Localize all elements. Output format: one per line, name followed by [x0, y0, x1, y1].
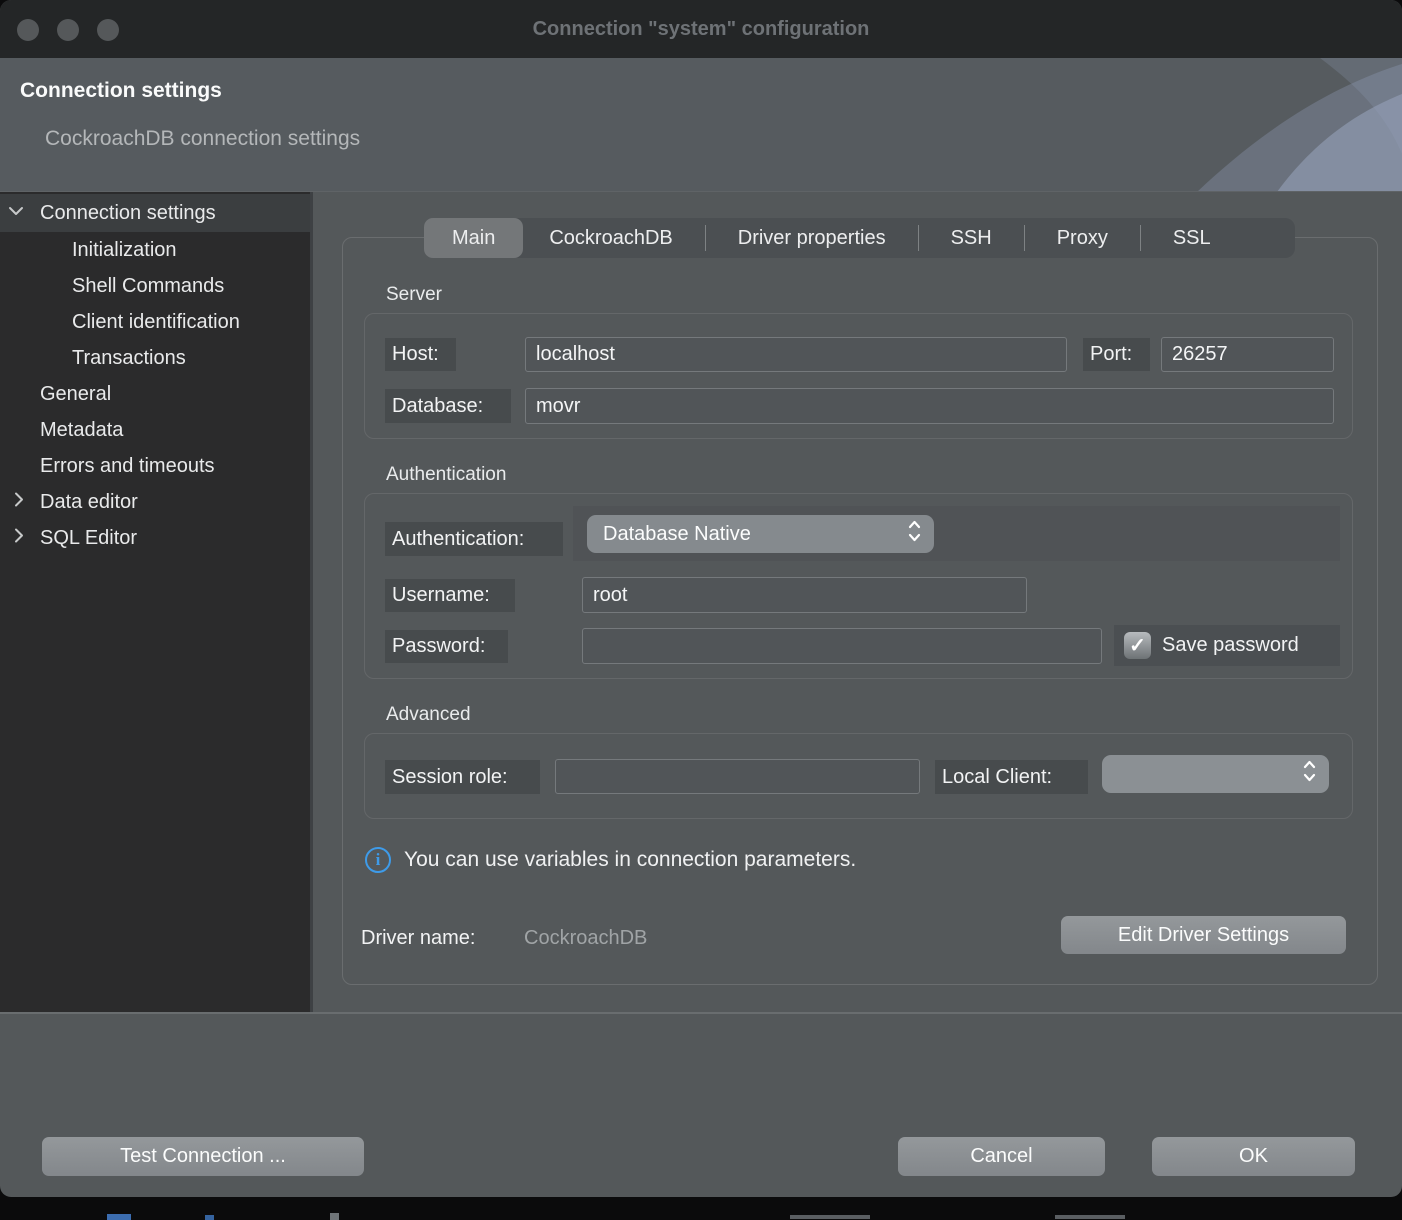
page-subtitle: CockroachDB connection settings	[45, 127, 360, 151]
header-banner: Connection settings CockroachDB connecti…	[0, 58, 1402, 192]
tab-proxy[interactable]: Proxy	[1031, 218, 1134, 258]
screen: Connection "system" configuration Connec…	[0, 0, 1402, 1220]
sidebar-item-initialization[interactable]: Initialization	[0, 232, 310, 268]
sidebar-item-errors-and-timeouts[interactable]: Errors and timeouts	[0, 448, 310, 484]
sidebar-item-label: Metadata	[0, 419, 123, 442]
sidebar-item-label: Initialization	[0, 239, 177, 262]
chevron-right-icon[interactable]	[13, 492, 25, 513]
info-icon: i	[365, 847, 391, 873]
test-connection-button[interactable]: Test Connection ...	[42, 1137, 364, 1176]
title-bar: Connection "system" configuration	[0, 0, 1402, 58]
tab-cockroachdb[interactable]: CockroachDB	[523, 218, 698, 258]
sidebar-item-sql-editor[interactable]: SQL Editor	[0, 520, 310, 556]
local-client-dropdown[interactable]	[1102, 755, 1329, 793]
save-password-option[interactable]: ✓ Save password	[1114, 625, 1340, 666]
driver-name-value: CockroachDB	[524, 927, 647, 950]
local-client-label: Local Client:	[935, 760, 1088, 794]
save-password-checkbox[interactable]: ✓	[1124, 632, 1151, 659]
cancel-button[interactable]: Cancel	[898, 1137, 1105, 1176]
sidebar-item-general[interactable]: General	[0, 376, 310, 412]
tab-main[interactable]: Main	[424, 218, 523, 258]
tab-driver-properties[interactable]: Driver properties	[712, 218, 912, 258]
password-input[interactable]	[582, 628, 1102, 664]
host-input[interactable]	[525, 337, 1067, 372]
server-group: Host: Port: Database:	[364, 313, 1353, 439]
banner-decoration	[1102, 58, 1402, 192]
tab-separator	[1024, 225, 1025, 251]
username-input[interactable]	[582, 577, 1027, 613]
sidebar-item-label: Shell Commands	[0, 275, 224, 298]
checkmark-icon: ✓	[1129, 636, 1146, 656]
chevron-right-icon[interactable]	[13, 528, 25, 549]
save-password-label: Save password	[1162, 634, 1299, 657]
ok-button[interactable]: OK	[1152, 1137, 1355, 1176]
sidebar-item-transactions[interactable]: Transactions	[0, 340, 310, 376]
database-input[interactable]	[525, 388, 1334, 424]
database-label: Database:	[385, 389, 511, 423]
variables-hint-text: You can use variables in connection para…	[404, 848, 856, 872]
window-title: Connection "system" configuration	[0, 0, 1402, 58]
background-app-fragment	[330, 1213, 339, 1220]
sidebar-item-data-editor[interactable]: Data editor	[0, 484, 310, 520]
sidebar-item-label: Client identification	[0, 311, 240, 334]
password-label: Password:	[385, 630, 508, 663]
tab-ssl[interactable]: SSL	[1147, 218, 1237, 258]
main-tab-panel: Server Host: Port: Database: Authenticat…	[342, 237, 1378, 985]
background-app-fragment	[790, 1215, 870, 1219]
sidebar-item-label: Transactions	[0, 347, 186, 370]
tab-ssh[interactable]: SSH	[925, 218, 1018, 258]
info-icon-glyph: i	[376, 850, 381, 870]
chevron-down-icon[interactable]	[8, 204, 24, 222]
session-role-label: Session role:	[385, 760, 540, 794]
host-label: Host:	[385, 338, 456, 371]
port-label: Port:	[1083, 338, 1150, 371]
sidebar-item-label: General	[0, 383, 111, 406]
tab-separator	[705, 225, 706, 251]
advanced-group: Session role: Local Client:	[364, 733, 1353, 819]
sidebar-item-label: Errors and timeouts	[0, 455, 215, 478]
tab-separator	[918, 225, 919, 251]
sidebar-item-connection-settings[interactable]: Connection settings	[0, 194, 310, 232]
authentication-section-title: Authentication	[386, 464, 506, 486]
background-app-fragment	[205, 1215, 214, 1220]
page-title: Connection settings	[20, 79, 222, 103]
driver-name-label: Driver name:	[361, 927, 475, 950]
connection-tabs: Main CockroachDB Driver properties SSH P…	[424, 218, 1295, 258]
sidebar-item-client-identification[interactable]: Client identification	[0, 304, 310, 340]
advanced-section-title: Advanced	[386, 704, 471, 726]
authentication-label: Authentication:	[385, 522, 563, 556]
settings-tree: Connection settings Initialization Shell…	[0, 192, 310, 1012]
sidebar-item-shell-commands[interactable]: Shell Commands	[0, 268, 310, 304]
footer-divider	[0, 1012, 1402, 1014]
session-role-input[interactable]	[555, 759, 920, 794]
port-input[interactable]	[1161, 337, 1334, 372]
server-section-title: Server	[386, 284, 442, 306]
authentication-group: Authentication: Database Native Username…	[364, 493, 1353, 679]
connection-config-dialog: Connection "system" configuration Connec…	[0, 0, 1402, 1197]
authentication-dropdown-value: Database Native	[603, 523, 751, 546]
background-app-fragment	[107, 1214, 131, 1220]
updown-chevrons-icon	[908, 520, 921, 548]
authentication-dropdown[interactable]: Database Native	[587, 515, 934, 553]
sidebar-divider	[310, 192, 313, 1012]
edit-driver-settings-button[interactable]: Edit Driver Settings	[1061, 916, 1346, 954]
sidebar-item-metadata[interactable]: Metadata	[0, 412, 310, 448]
background-app-fragment	[1055, 1215, 1125, 1219]
updown-chevrons-icon	[1303, 760, 1316, 788]
tab-separator	[1140, 225, 1141, 251]
sidebar-item-label: Connection settings	[0, 202, 216, 225]
username-label: Username:	[385, 579, 515, 612]
